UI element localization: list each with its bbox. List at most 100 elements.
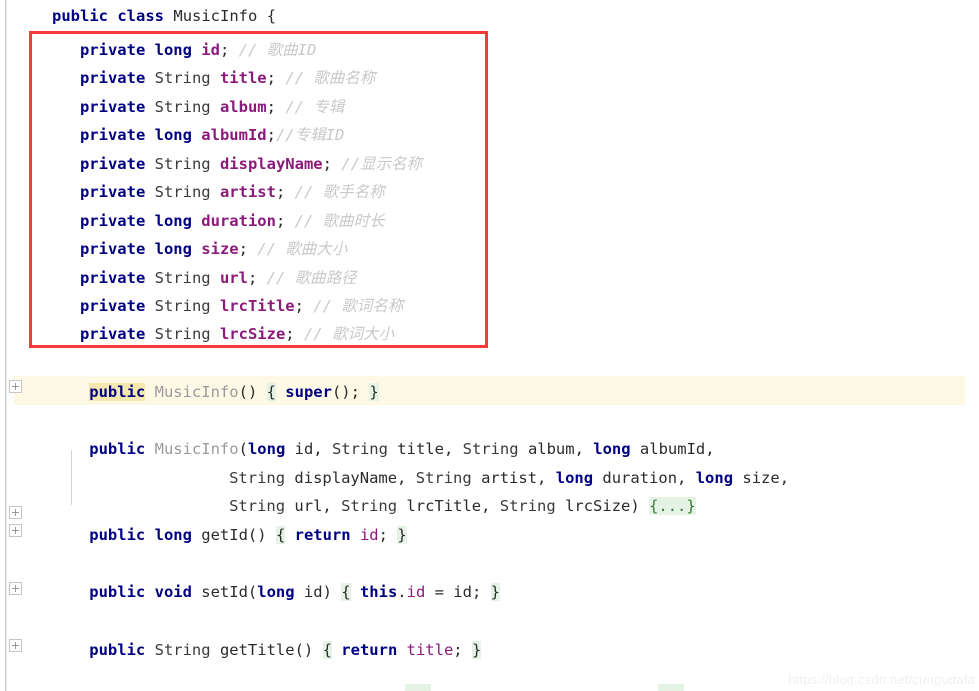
code-token: // 歌曲时长	[285, 212, 385, 230]
code-token: String	[462, 440, 519, 458]
code-token: public	[89, 440, 146, 458]
code-token: private	[79, 126, 146, 144]
code-token: String	[154, 98, 211, 116]
code-token: // 歌手名称	[285, 183, 385, 201]
watermark-text: https://blog.csdn.net/cungudafa	[788, 672, 975, 687]
code-token: url	[219, 269, 248, 287]
code-token: {	[275, 526, 286, 544]
code-line[interactable]: private String album; // 专辑	[0, 93, 979, 122]
code-line[interactable]: private long size; // 歌曲大小	[0, 235, 979, 264]
code-token: // 歌曲ID	[229, 41, 317, 59]
code-token: String	[154, 325, 211, 343]
code-line[interactable]: private String lrcTitle; // 歌词名称	[0, 292, 979, 321]
code-token: //专辑ID	[275, 126, 345, 144]
code-line[interactable]: public long getId() { return id; }	[0, 521, 979, 550]
code-token: ()	[238, 383, 267, 401]
code-token: ()	[331, 383, 351, 401]
code-line[interactable]: private String displayName; //显示名称	[0, 150, 979, 179]
code-token: String	[415, 469, 472, 487]
code-token: private	[79, 269, 146, 287]
code-line[interactable]: public MusicInfo() { super(); }	[0, 378, 979, 407]
code-editor[interactable]: public class MusicInfo { private long id;…	[0, 0, 979, 691]
code-line[interactable]: String displayName, String artist, long …	[0, 464, 979, 493]
code-line[interactable]: private String lrcSize; // 歌词大小	[0, 320, 979, 349]
code-token: public	[89, 641, 146, 659]
code-token: long	[593, 440, 631, 458]
code-line[interactable]: public MusicInfo(long id, String title, …	[0, 435, 979, 464]
code-token: displayName	[219, 155, 323, 173]
code-token: ;	[285, 325, 295, 343]
code-token: artist,	[471, 469, 556, 487]
code-token: private	[79, 183, 146, 201]
code-token: = id;	[425, 583, 491, 601]
code-token: ;	[294, 297, 304, 315]
code-token: MusicInfo	[154, 440, 239, 458]
code-token: super	[285, 383, 332, 401]
code-line[interactable]: private long duration; // 歌曲时长	[0, 207, 979, 236]
code-token: title,	[387, 440, 463, 458]
code-token: albumId,	[630, 440, 715, 458]
code-token: title	[406, 641, 454, 659]
code-token: String	[154, 297, 211, 315]
code-token: String	[499, 497, 556, 515]
code-token: {	[341, 583, 351, 601]
code-token: long	[154, 41, 192, 59]
code-line[interactable]: private String artist; // 歌手名称	[0, 178, 979, 207]
code-line[interactable]: private String url; // 歌曲路径	[0, 264, 979, 293]
code-token: long	[154, 240, 192, 258]
code-token: size,	[733, 469, 790, 487]
code-token: private	[79, 155, 146, 173]
code-line[interactable]: public class MusicInfo {	[0, 2, 979, 31]
code-token: {...}	[649, 497, 696, 515]
code-token: duration	[201, 212, 276, 230]
code-line[interactable]: private long id; // 歌曲ID	[0, 36, 979, 65]
code-token: private	[79, 212, 146, 230]
code-line[interactable]: public String getTitle() { return title;…	[0, 636, 979, 665]
code-line[interactable]: String url, String lrcTitle, String lrcS…	[0, 492, 979, 521]
code-token: ;	[322, 155, 332, 173]
code-token: displayName,	[285, 469, 416, 487]
code-token: this	[359, 583, 398, 601]
code-token: public	[89, 383, 146, 401]
code-token: String	[331, 440, 388, 458]
code-token: getTitle()	[210, 641, 323, 659]
code-line[interactable]: private long albumId;//专辑ID	[0, 121, 979, 150]
code-token: //显示名称	[331, 155, 422, 173]
code-line[interactable]: public void setId(long id) { this.id = i…	[0, 578, 979, 607]
code-token: }	[397, 526, 407, 544]
code-token: public	[89, 583, 146, 601]
code-token: artist	[219, 183, 276, 201]
code-token: // 专辑	[275, 98, 345, 116]
code-line[interactable]: private String title; // 歌曲名称	[0, 64, 979, 93]
code-token: id	[406, 583, 426, 601]
code-token: String	[154, 155, 211, 173]
code-token: long	[555, 469, 594, 487]
code-token: .	[397, 583, 407, 601]
code-token: private	[79, 98, 146, 116]
code-token: lrcSize)	[555, 497, 650, 515]
code-token: duration,	[593, 469, 696, 487]
code-token: {	[322, 641, 332, 659]
